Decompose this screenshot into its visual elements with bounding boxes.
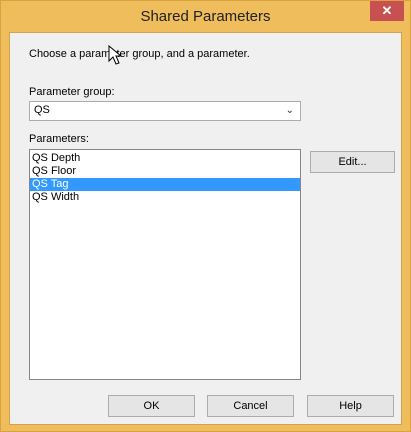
dialog-window: Shared Parameters ✕ Choose a parameter g…: [0, 0, 411, 432]
parameter-group-label: Parameter group:: [29, 86, 115, 98]
help-button[interactable]: Help: [307, 395, 394, 417]
ok-button[interactable]: OK: [108, 395, 195, 417]
parameters-list[interactable]: QS Depth QS Floor QS Tag QS Width: [29, 149, 301, 380]
list-item-selected[interactable]: QS Tag: [30, 178, 300, 191]
chevron-down-icon: ⌄: [285, 105, 294, 116]
window-title: Shared Parameters: [140, 8, 271, 25]
instruction-text: Choose a parameter group, and a paramete…: [29, 48, 250, 60]
list-item[interactable]: QS Floor: [30, 165, 300, 178]
close-icon: ✕: [381, 3, 393, 18]
title-bar[interactable]: Shared Parameters ✕: [1, 1, 410, 31]
cancel-button[interactable]: Cancel: [207, 395, 294, 417]
list-item[interactable]: QS Depth: [30, 152, 300, 165]
edit-button[interactable]: Edit...: [310, 151, 395, 173]
dialog-body: Choose a parameter group, and a paramete…: [9, 32, 402, 425]
mouse-cursor-icon: [108, 45, 123, 65]
list-item[interactable]: QS Width: [30, 191, 300, 204]
parameter-group-value: QS: [34, 104, 50, 116]
close-button[interactable]: ✕: [370, 1, 404, 21]
parameter-group-select[interactable]: QS ⌄: [29, 101, 301, 121]
parameters-label: Parameters:: [29, 133, 89, 145]
